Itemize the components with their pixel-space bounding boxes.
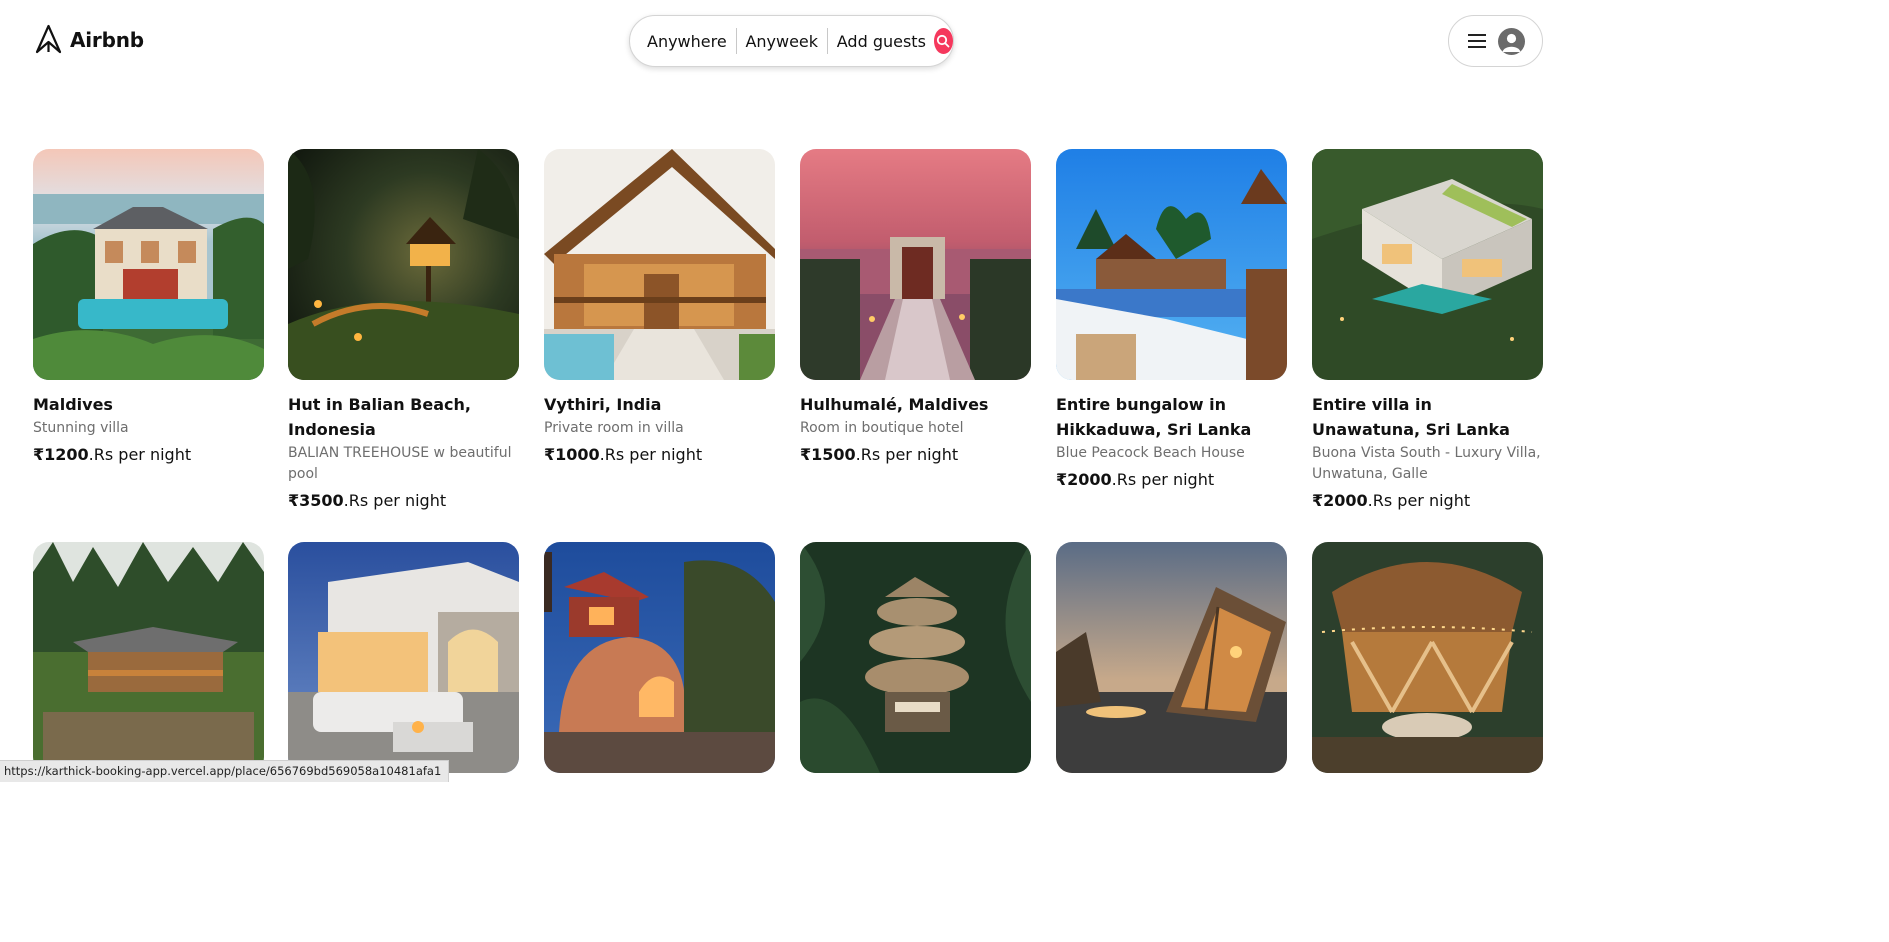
- listing-title[interactable]: Vythiri, India: [544, 392, 775, 417]
- listing-title[interactable]: Entire bungalow in Hikkaduwa, Sri Lanka: [1056, 392, 1287, 442]
- listing-image[interactable]: [1312, 542, 1543, 773]
- logo-text: Airbnb: [70, 27, 144, 52]
- price-amount: ₹2000: [1056, 470, 1112, 489]
- logo[interactable]: Airbnb: [34, 24, 144, 55]
- search-when[interactable]: Anyweek: [745, 32, 818, 51]
- airbnb-logo-icon: [35, 24, 62, 54]
- search-where[interactable]: Anywhere: [647, 32, 727, 51]
- listing-subtitle: BALIAN TREEHOUSE w beautiful pool: [288, 445, 512, 482]
- listing-price: ₹1000.Rs per night: [544, 443, 775, 467]
- listing-image[interactable]: [800, 542, 1031, 773]
- user-avatar-icon: [1497, 27, 1525, 55]
- listing-price: ₹3500.Rs per night: [288, 489, 519, 513]
- listing-price: ₹2000.Rs per night: [1312, 489, 1543, 513]
- listing-title[interactable]: Entire villa in Unawatuna, Sri Lanka: [1312, 392, 1543, 442]
- price-amount: ₹2000: [1312, 491, 1368, 510]
- listing-card[interactable]: Hut in Balian Beach, Indonesia BALIAN TR…: [288, 149, 519, 513]
- listing-card[interactable]: [544, 542, 775, 773]
- listing-subtitle: Stunning villa: [33, 420, 129, 436]
- price-amount: ₹1000: [544, 445, 600, 464]
- listing-image[interactable]: [33, 149, 264, 380]
- listing-title[interactable]: Maldives: [33, 392, 264, 417]
- listing-subtitle: Blue Peacock Beach House: [1056, 445, 1245, 461]
- divider: [735, 28, 737, 54]
- listing-price: ₹1200.Rs per night: [33, 443, 264, 467]
- listing-card[interactable]: [800, 542, 1031, 773]
- listing-card[interactable]: [1312, 542, 1543, 773]
- listing-image[interactable]: [544, 542, 775, 773]
- price-suffix: .Rs per night: [1367, 491, 1471, 510]
- listing-subtitle: Buona Vista South - Luxury Villa, Unwatu…: [1312, 445, 1541, 482]
- listing-image[interactable]: [288, 149, 519, 380]
- search-icon: [937, 34, 950, 48]
- listing-card[interactable]: Hulhumalé, Maldives Room in boutique hot…: [800, 149, 1031, 467]
- listing-card[interactable]: Entire bungalow in Hikkaduwa, Sri Lanka …: [1056, 149, 1287, 492]
- user-menu-button[interactable]: [1448, 15, 1543, 67]
- listing-subtitle: Room in boutique hotel: [800, 420, 964, 436]
- listing-card[interactable]: [288, 542, 519, 773]
- listing-image[interactable]: [800, 149, 1031, 380]
- listing-image[interactable]: [1312, 149, 1543, 380]
- listing-card[interactable]: Vythiri, India Private room in villa ₹10…: [544, 149, 775, 467]
- listing-title[interactable]: Hut in Balian Beach, Indonesia: [288, 392, 519, 442]
- browser-status-url: https://karthick-booking-app.vercel.app/…: [0, 760, 450, 782]
- price-suffix: .Rs per night: [88, 445, 192, 464]
- search-button[interactable]: [933, 28, 953, 54]
- hamburger-menu-icon: [1467, 34, 1486, 48]
- price-suffix: .Rs per night: [599, 445, 703, 464]
- listing-title[interactable]: Hulhumalé, Maldives: [800, 392, 1031, 417]
- listing-card[interactable]: Maldives Stunning villa ₹1200.Rs per nig…: [33, 149, 264, 467]
- listing-subtitle: Private room in villa: [544, 420, 684, 436]
- listing-card[interactable]: [33, 542, 264, 773]
- listing-image[interactable]: [1056, 149, 1287, 380]
- price-amount: ₹1200: [33, 445, 89, 464]
- search-bar[interactable]: Anywhere Anyweek Add guests: [629, 15, 954, 67]
- top-header: Airbnb Anywhere Anyweek Add guests: [0, 0, 1568, 84]
- listing-price: ₹2000.Rs per night: [1056, 468, 1287, 492]
- listing-card[interactable]: Entire villa in Unawatuna, Sri Lanka Buo…: [1312, 149, 1543, 513]
- listing-image[interactable]: [544, 149, 775, 380]
- search-guests[interactable]: Add guests: [837, 32, 926, 51]
- listing-price: ₹1500.Rs per night: [800, 443, 1031, 467]
- price-suffix: .Rs per night: [855, 445, 959, 464]
- price-amount: ₹3500: [288, 491, 344, 510]
- price-suffix: .Rs per night: [343, 491, 447, 510]
- divider: [827, 28, 828, 54]
- price-amount: ₹1500: [800, 445, 856, 464]
- listing-card[interactable]: [1056, 542, 1287, 773]
- price-suffix: .Rs per night: [1111, 470, 1215, 489]
- listing-image[interactable]: [288, 542, 519, 773]
- listing-image[interactable]: [33, 542, 264, 773]
- listing-image[interactable]: [1056, 542, 1287, 773]
